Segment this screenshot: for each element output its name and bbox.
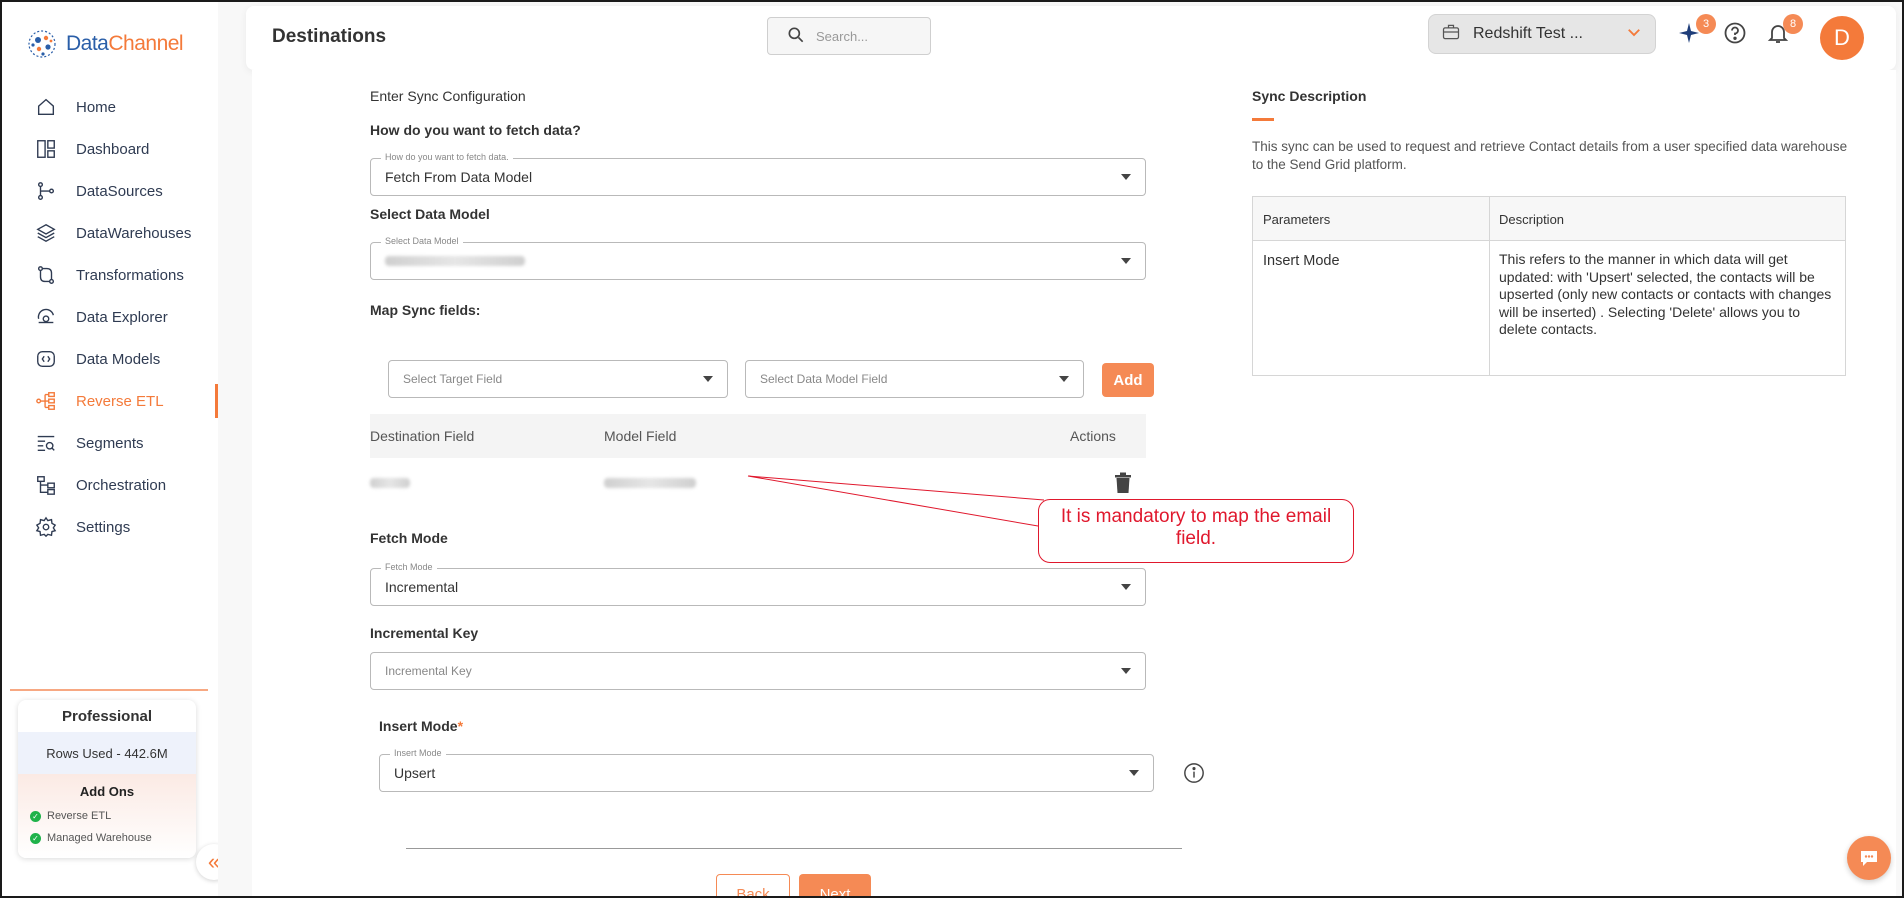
fetch-mode-value: Incremental [385, 579, 459, 595]
info-icon [1184, 763, 1204, 783]
annotation-callout: It is mandatory to map the email field. [1038, 499, 1354, 563]
incremental-key-select[interactable]: Incremental Key [370, 652, 1146, 690]
incremental-key-placeholder: Incremental Key [385, 664, 472, 678]
app-frame: DataChannel Home Dashboard DataSources D… [0, 0, 1904, 898]
incremental-key-label: Incremental Key [370, 625, 479, 641]
callout-line-2: field. [1175, 528, 1217, 549]
insert-mode-label-text: Insert Mode [379, 718, 458, 734]
form-divider [406, 848, 1182, 849]
caret-down-icon [1121, 668, 1131, 674]
column-header: Description [1499, 212, 1565, 227]
parameter-description: This refers to the manner in which data … [1499, 251, 1832, 337]
chat-icon [1861, 851, 1877, 866]
parameter-name: Insert Mode [1263, 253, 1340, 269]
fetch-mode-select[interactable]: Fetch Mode Incremental [370, 562, 1146, 606]
insert-mode-select[interactable]: Insert Mode Upsert [379, 748, 1154, 792]
title-underline [1252, 118, 1274, 121]
next-button[interactable]: Next [799, 874, 871, 896]
back-button[interactable]: Back [716, 874, 790, 896]
chat-support-button[interactable] [1847, 836, 1891, 880]
fetch-mode-float-label: Fetch Mode [381, 562, 437, 572]
insert-mode-value: Upsert [394, 765, 436, 781]
sync-description-title: Sync Description [1252, 88, 1367, 104]
sync-description-text: This sync can be used to request and ret… [1252, 139, 1848, 172]
required-asterisk: * [457, 718, 464, 734]
caret-down-icon [1129, 770, 1139, 776]
insert-mode-float-label: Insert Mode [390, 748, 446, 758]
insert-mode-label: Insert Mode* [379, 718, 463, 734]
caret-down-icon [1121, 584, 1131, 590]
column-header: Parameters [1263, 212, 1331, 227]
insert-mode-info-button[interactable] [1183, 762, 1205, 789]
callout-line-1: It is mandatory to map the email [1060, 506, 1332, 527]
column-divider [1489, 197, 1490, 375]
fetch-mode-label: Fetch Mode [370, 530, 448, 546]
parameters-table: Parameters Description Insert Mode This … [1252, 196, 1846, 376]
